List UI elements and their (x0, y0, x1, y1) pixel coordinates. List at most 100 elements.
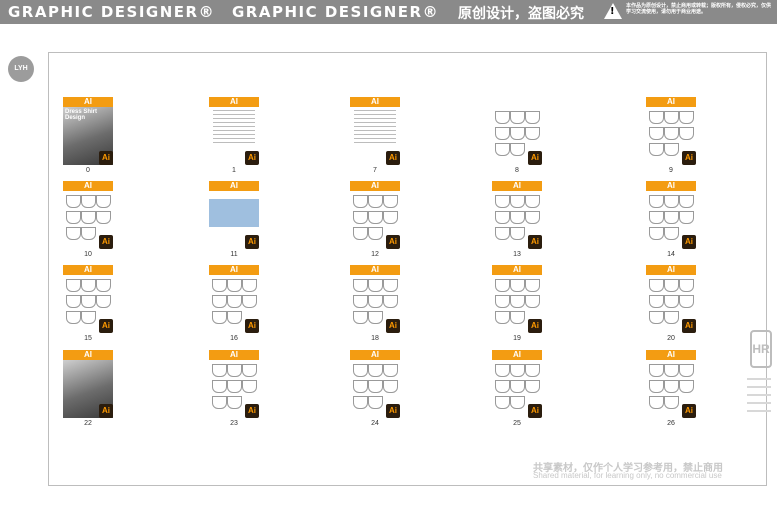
banner-title-left: GRAPHIC DESIGNER® (8, 3, 216, 21)
illustrator-file-icon: Ai (682, 319, 696, 333)
page-number: 19 (513, 335, 521, 342)
shirt-sketch (649, 143, 664, 156)
page-thumbnail[interactable]: AI Ai 7 (350, 97, 400, 174)
illustrator-file-icon: Ai (386, 235, 400, 249)
shirt-sketch (679, 211, 694, 224)
shirt-sketch (353, 211, 368, 224)
ai-tag: AI (646, 350, 696, 360)
shirt-sketch (495, 396, 510, 409)
ai-tag: AI (209, 350, 259, 360)
page-thumbnail[interactable]: AI Ai 15 (63, 265, 113, 342)
shirt-sketch (368, 396, 383, 409)
shirt-sketch (510, 396, 525, 409)
shirt-sketch (96, 211, 111, 224)
shirt-sketch (649, 211, 664, 224)
shirt-sketch (525, 195, 540, 208)
shirt-sketch (368, 211, 383, 224)
shirt-sketch (353, 311, 368, 324)
page-thumbnail[interactable]: AI Ai 26 (646, 350, 696, 427)
page-thumbnail[interactable]: AI Ai 12 (350, 181, 400, 258)
page-thumbnail[interactable]: AI Ai 13 (492, 181, 542, 258)
shirt-sketch (368, 295, 383, 308)
page-number: 10 (84, 251, 92, 258)
shirt-sketch (679, 111, 694, 124)
shirt-sketch (81, 295, 96, 308)
shirt-sketch (66, 211, 81, 224)
shirt-sketch (525, 380, 540, 393)
page-thumbnail[interactable]: AI Ai 9 (646, 97, 696, 174)
illustrator-file-icon: Ai (99, 235, 113, 249)
shirt-sketch (81, 195, 96, 208)
shirt-sketch (368, 380, 383, 393)
page-thumbnail[interactable]: AI Ai 22 (63, 350, 113, 427)
ai-tag: AI (646, 265, 696, 275)
ai-tag: AI (63, 181, 113, 191)
illustrator-file-icon: Ai (386, 404, 400, 418)
illustrator-file-icon: Ai (528, 319, 542, 333)
shirt-sketch (510, 127, 525, 140)
illustrator-file-icon: Ai (528, 151, 542, 165)
page-thumbnail[interactable]: AI Ai 20 (646, 265, 696, 342)
page-number: 20 (667, 335, 675, 342)
page-thumbnail[interactable]: Ai 8 (492, 97, 542, 174)
shirt-sketch (368, 364, 383, 377)
shirt-sketch (679, 279, 694, 292)
page-thumbnail[interactable]: AI Ai 19 (492, 265, 542, 342)
page-number: 0 (86, 167, 90, 174)
warning-icon: ! (604, 3, 622, 19)
illustrator-file-icon: Ai (682, 404, 696, 418)
page-number: 7 (373, 167, 377, 174)
shirt-sketch (649, 311, 664, 324)
shirt-sketch (664, 227, 679, 240)
shirt-sketch (383, 295, 398, 308)
ai-tag: AI (492, 181, 542, 191)
page-thumbnail[interactable]: AI Ai 18 (350, 265, 400, 342)
shirt-sketch (510, 195, 525, 208)
shirt-sketch (495, 111, 510, 124)
banner-title-cn: 原创设计，盗图必究 (458, 6, 584, 22)
shirt-sketch (495, 311, 510, 324)
shirt-sketch (495, 227, 510, 240)
shirt-sketch (525, 279, 540, 292)
page-thumbnail[interactable]: AI Ai 10 (63, 181, 113, 258)
shirt-sketch (664, 380, 679, 393)
page-thumbnail[interactable]: AI Ai 16 (209, 265, 259, 342)
page-thumbnail[interactable]: AI Ai 24 (350, 350, 400, 427)
shirt-sketch (664, 311, 679, 324)
page-thumbnail[interactable]: AI Dress Shirt Design Ai 0 (63, 97, 113, 174)
page-number: 15 (84, 335, 92, 342)
illustrator-file-icon: Ai (99, 319, 113, 333)
shirt-sketch (353, 396, 368, 409)
page-thumbnail[interactable]: AI Ai 25 (492, 350, 542, 427)
top-banner: GRAPHIC DESIGNER® GRAPHIC DESIGNER® 原创设计… (0, 0, 777, 24)
ai-tag: AI (63, 265, 113, 275)
page-thumbnail[interactable]: AI Ai 1 (209, 97, 259, 174)
shirt-sketch (510, 143, 525, 156)
shirt-sketch (227, 279, 242, 292)
shirt-sketch (353, 295, 368, 308)
banner-note: 本作品为原创设计，禁止商用或转载；版权所有，侵权必究，仅供学习交流使用，请勿用于… (626, 3, 772, 15)
page-number: 18 (371, 335, 379, 342)
shirt-sketch (525, 127, 540, 140)
shirt-sketch (679, 364, 694, 377)
page-thumbnail[interactable]: AI Ai 14 (646, 181, 696, 258)
shirt-sketch (510, 311, 525, 324)
illustrator-file-icon: Ai (245, 151, 259, 165)
page-number: 13 (513, 251, 521, 258)
page-thumbnail[interactable]: AI Ai 23 (209, 350, 259, 427)
page-thumbnail[interactable]: AI Ai 11 (209, 181, 259, 258)
shirt-sketch (679, 380, 694, 393)
shirt-sketch (649, 227, 664, 240)
banner-title-mid: GRAPHIC DESIGNER® (232, 3, 440, 21)
shirt-sketch (664, 195, 679, 208)
illustrator-file-icon: Ai (245, 235, 259, 249)
illustrator-file-icon: Ai (528, 404, 542, 418)
shirt-sketch (212, 396, 227, 409)
shirt-sketch (212, 279, 227, 292)
shirt-sketch (510, 227, 525, 240)
shirt-sketch (525, 111, 540, 124)
shirt-sketch (495, 127, 510, 140)
shirt-sketch (96, 195, 111, 208)
shirt-sketch (495, 279, 510, 292)
shirt-sketch (227, 380, 242, 393)
